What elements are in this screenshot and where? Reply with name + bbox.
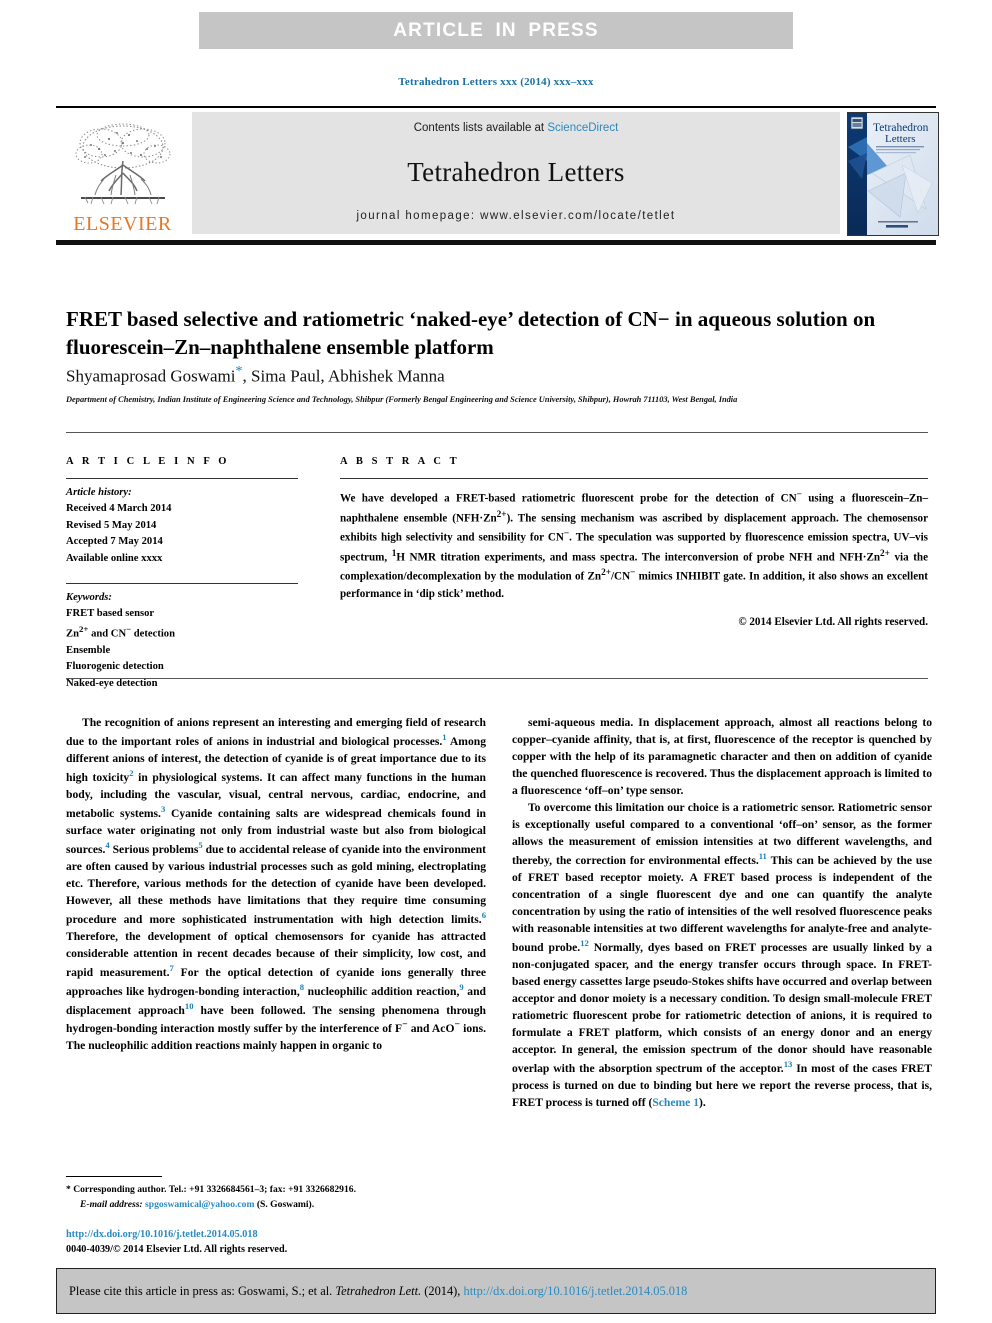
body-column-right: semi-aqueous media. In displacement appr… bbox=[512, 714, 932, 1111]
abstract-copyright: © 2014 Elsevier Ltd. All rights reserved… bbox=[738, 615, 928, 628]
corresponding-author-marker[interactable]: * bbox=[236, 364, 243, 379]
abstract-rule bbox=[340, 478, 928, 479]
article-in-press-label: ARTICLE IN PRESS bbox=[393, 19, 599, 41]
doi-link[interactable]: http://dx.doi.org/10.1016/j.tetlet.2014.… bbox=[66, 1228, 496, 1243]
article-in-press-banner: ARTICLE IN PRESS bbox=[199, 12, 793, 49]
masthead-top-rule bbox=[56, 106, 936, 108]
abstract-text: We have developed a FRET-based ratiometr… bbox=[340, 490, 929, 600]
footnote-rule bbox=[66, 1176, 162, 1177]
footnote-block: * Corresponding author. Tel.: +91 332668… bbox=[66, 1183, 486, 1213]
article-info-section: A R T I C L E I N F O Article history: R… bbox=[66, 456, 316, 692]
doi-and-issn-block: http://dx.doi.org/10.1016/j.tetlet.2014.… bbox=[66, 1228, 496, 1258]
elsevier-tree-icon bbox=[75, 123, 170, 205]
email-line: E-mail address: spgoswamical@yahoo.com (… bbox=[66, 1198, 486, 1213]
citation-footer-box: Please cite this article in press as: Go… bbox=[56, 1268, 936, 1314]
paragraph: semi-aqueous media. In displacement appr… bbox=[512, 716, 932, 798]
keywords-label: Keywords: bbox=[66, 592, 112, 604]
contents-lists-line: Contents lists available at ScienceDirec… bbox=[414, 122, 619, 134]
elsevier-logo: ELSEVIER bbox=[60, 112, 185, 234]
keywords-block: Keywords: FRET based sensor Zn2+ and CN−… bbox=[66, 590, 316, 692]
contents-prefix-text: Contents lists available at bbox=[413, 122, 548, 134]
history-available-online: Available online xxxx bbox=[66, 552, 163, 564]
article-history-block: Article history: Received 4 March 2014 R… bbox=[66, 485, 316, 567]
email-owner: (S. Goswami). bbox=[256, 1198, 315, 1210]
journal-cover-artwork: Tetrahedron Letters bbox=[848, 113, 938, 235]
email-link[interactable]: spgoswamical@yahoo.com bbox=[145, 1199, 254, 1210]
abstract-heading: A B S T R A C T bbox=[340, 456, 460, 467]
body-column-left: The recognition of anions represent an i… bbox=[66, 714, 486, 1054]
citation-year: (2014), bbox=[421, 1283, 464, 1298]
journal-homepage-link[interactable]: journal homepage: www.elsevier.com/locat… bbox=[356, 210, 675, 222]
issn-copyright-line: 0040-4039/© 2014 Elsevier Ltd. All right… bbox=[66, 1243, 288, 1255]
keyword-item: Fluorogenic detection bbox=[66, 661, 164, 673]
affiliation-divider bbox=[66, 432, 928, 433]
masthead-bottom-rule bbox=[56, 240, 936, 245]
coauthor-names: , Sima Paul, Abhishek Manna bbox=[242, 366, 445, 386]
sciencedirect-link[interactable]: ScienceDirect bbox=[547, 122, 618, 134]
article-info-rule bbox=[66, 478, 298, 479]
abstract-bottom-divider bbox=[66, 678, 928, 679]
abstract-section: A B S T R A C T We have developed a FRET… bbox=[340, 456, 928, 628]
masthead-center-panel: Contents lists available at ScienceDirec… bbox=[192, 112, 840, 234]
journal-reference-line: Tetrahedron Letters xxx (2014) xxx–xxx bbox=[398, 76, 594, 88]
journal-title: Tetrahedron Letters bbox=[407, 156, 625, 187]
svg-text:Letters: Letters bbox=[885, 133, 916, 145]
keyword-item: Ensemble bbox=[66, 644, 111, 656]
keyword-item: FRET based sensor bbox=[66, 608, 155, 620]
citation-doi-link[interactable]: http://dx.doi.org/10.1016/j.tetlet.2014.… bbox=[464, 1284, 688, 1298]
keywords-rule bbox=[66, 583, 298, 585]
history-revised: Revised 5 May 2014 bbox=[66, 519, 157, 531]
citation-prefix: Please cite this article in press as: Go… bbox=[69, 1283, 336, 1298]
history-accepted: Accepted 7 May 2014 bbox=[66, 536, 163, 548]
elsevier-wordmark: ELSEVIER bbox=[73, 213, 172, 235]
corresponding-author-name: Shyamaprosad Goswami bbox=[66, 366, 236, 386]
history-received: Received 4 March 2014 bbox=[66, 503, 172, 515]
email-label: E-mail address: bbox=[80, 1198, 143, 1210]
author-list: Shyamaprosad Goswami*, Sima Paul, Abhish… bbox=[66, 364, 926, 387]
paragraph: The recognition of anions represent an i… bbox=[66, 716, 487, 1053]
keyword-item: Zn2+ and CN− detection bbox=[66, 623, 175, 640]
citation-journal: Tetrahedron Lett. bbox=[335, 1283, 422, 1298]
scheme-1-link[interactable]: Scheme 1 bbox=[652, 1096, 699, 1109]
corresponding-author-note: * Corresponding author. Tel.: +91 332668… bbox=[66, 1184, 356, 1195]
author-affiliation: Department of Chemistry, Indian Institut… bbox=[66, 395, 738, 404]
article-history-label: Article history: bbox=[66, 487, 132, 498]
article-info-heading: A R T I C L E I N F O bbox=[66, 456, 230, 467]
page-title: FRET based selective and ratiometric ‘na… bbox=[66, 307, 876, 359]
paragraph: To overcome this limitation our choice i… bbox=[512, 801, 932, 1110]
citation-text: Please cite this article in press as: Go… bbox=[57, 1284, 687, 1299]
journal-cover-thumbnail: Tetrahedron Letters bbox=[847, 112, 939, 236]
